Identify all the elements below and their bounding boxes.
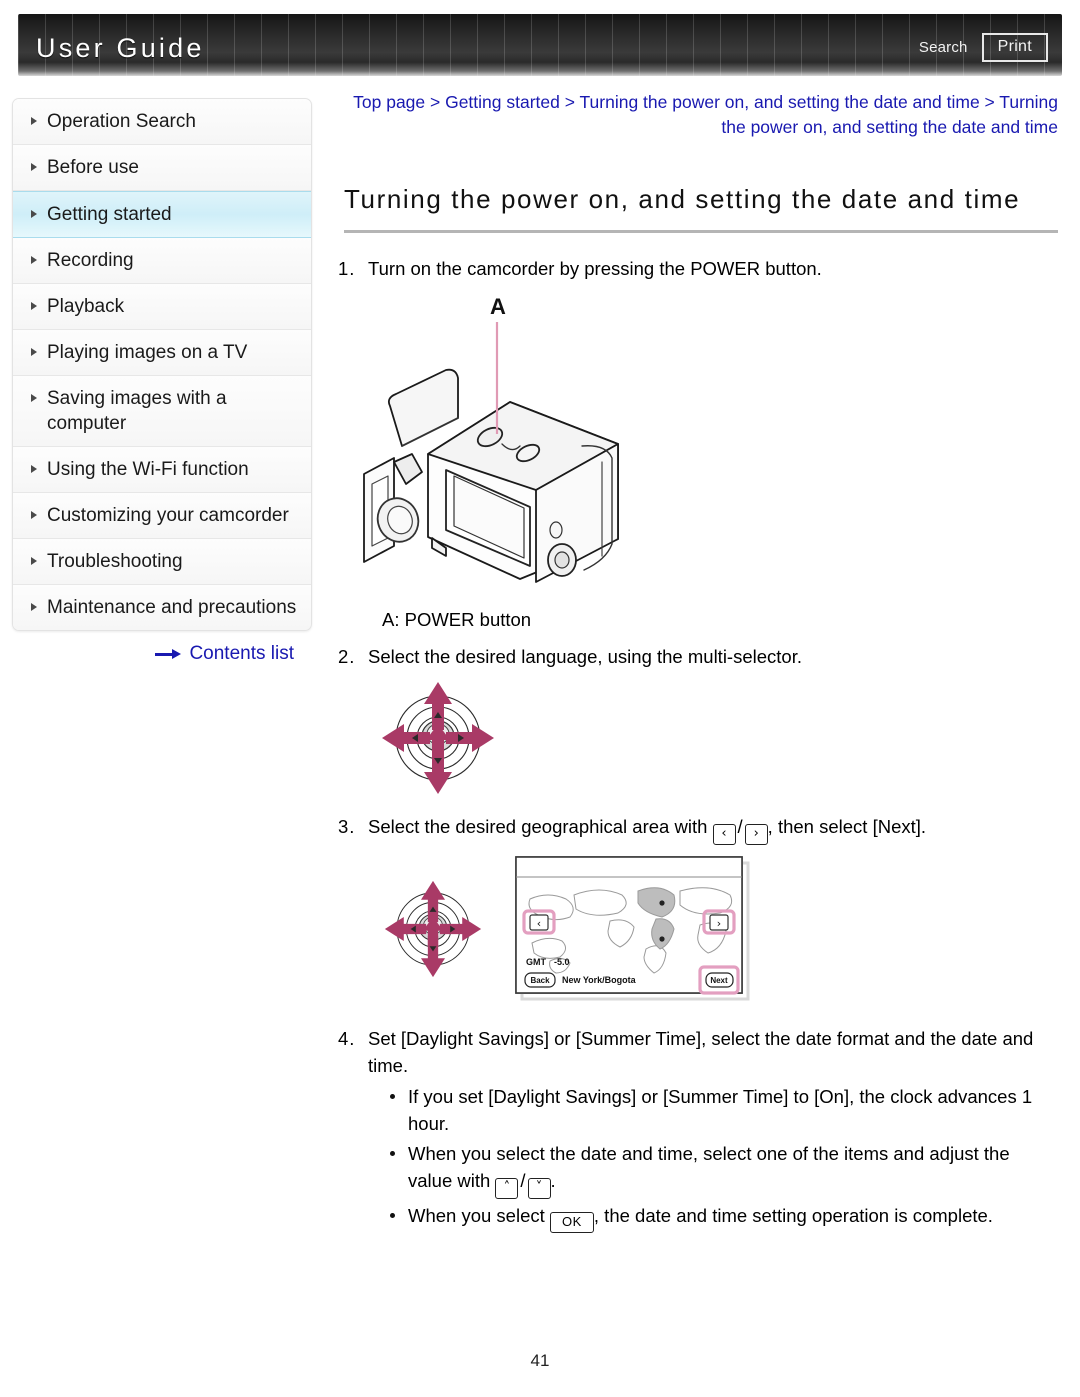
gmt-label: GMT [526,957,546,967]
steps-list: 1. Turn on the camcorder by pressing the… [338,255,1058,1233]
sidebar-item-saving-images-with-a-computer[interactable]: Saving images with a computer [13,376,311,447]
sidebar-item-label: Maintenance and precautions [47,597,297,618]
bullet-3-text-before: When you select [408,1205,550,1226]
site-header: User Guide Search Print [18,14,1062,76]
sidebar-item-playback[interactable]: Playback [13,284,311,330]
arrow-right-icon [155,649,182,659]
page-title: Turning the power on, and setting the da… [344,184,1021,214]
multi-selector-illustration [382,682,494,794]
multi-selector-illustration-2 [384,880,482,978]
sidebar-item-label: Customizing your camcorder [47,505,289,526]
svg-text:‹: ‹ [537,917,541,930]
multi-selector-figure [374,678,1058,803]
ok-button-icon: OK [549,1212,594,1233]
next-label: Next [710,976,728,985]
sidebar-item-label: Troubleshooting [47,551,183,572]
print-button[interactable]: Print [981,32,1048,62]
contents-list-link[interactable]: Contents list [12,643,312,665]
area-label: New York/Bogota [562,975,637,985]
icon-separator: / [520,1170,526,1191]
sidebar-item-customizing-your-camcorder[interactable]: Customizing your camcorder [13,493,311,539]
search-link[interactable]: Search [919,39,968,56]
brand-title: User Guide [36,32,205,63]
down-chevron-icon: ˅ [527,1178,551,1199]
page-body: Operation Search Before use Getting star… [0,76,1080,1233]
contents-list-label: Contents list [189,643,294,664]
camcorder-figure: A [350,294,1058,599]
back-label: Back [530,976,550,985]
header-actions: Search Print [919,32,1048,62]
step-2: 2. Select the desired language, using th… [338,643,1058,670]
icon-separator: / [737,816,743,837]
world-map-screen: ‹ › GMT -5.0 Back New York/Bogota Next [515,856,750,1001]
sidebar-item-recording[interactable]: Recording [13,238,311,284]
page-number: 41 [530,1351,550,1370]
bullet-2-text-after: . [550,1170,556,1191]
step-1: 1. Turn on the camcorder by pressing the… [338,255,1058,282]
sidebar-item-label: Operation Search [47,111,196,132]
gmt-value: -5.0 [554,957,570,967]
bullet-3-text-after: , the date and time setting operation is… [593,1205,993,1226]
step-3-text-after: , then select [Next]. [767,816,927,837]
step-4-body: Set [Daylight Savings] or [Summer Time],… [368,1025,1058,1233]
up-chevron-icon: ˄ [495,1178,519,1199]
bullet-daylight-savings: If you set [Daylight Savings] or [Summer… [386,1083,1058,1137]
sidebar-item-getting-started[interactable]: Getting started [13,191,311,238]
camera-caption: A: POWER button [382,609,532,630]
left-chevron-icon: ‹ [712,824,736,845]
bullet-select-ok: When you select OK, the date and time se… [386,1202,1058,1233]
sidebar-item-operation-search[interactable]: Operation Search [13,99,311,145]
sidebar-item-using-the-wifi-function[interactable]: Using the Wi-Fi function [13,447,311,493]
bullet-adjust-value: When you select the date and time, selec… [386,1140,1058,1199]
step-3-text-before: Select the desired geographical area wit… [368,816,713,837]
sidebar-item-label: Using the Wi-Fi function [47,459,249,480]
step-4-number: 4. [338,1028,356,1049]
sidebar-item-label: Playing images on a TV [47,342,248,363]
sidebar-item-label: Playback [47,296,125,317]
sidebar-item-label: Before use [47,157,139,178]
area-selection-figure: ‹ › GMT -5.0 Back New York/Bogota Next [378,855,1058,1003]
breadcrumb[interactable]: Top page > Getting started > Turning the… [330,90,1058,140]
step-3-number: 3. [338,816,356,837]
callout-letter-a: A [490,294,506,319]
main-content: Top page > Getting started > Turning the… [312,92,1080,1233]
header-wrap: User Guide Search Print [0,0,1080,76]
step-1-text: Turn on the camcorder by pressing the PO… [368,258,822,279]
step-2-text: Select the desired language, using the m… [368,646,802,667]
step-3: 3. Select the desired geographical area … [338,813,1058,845]
svg-text:›: › [717,917,721,930]
right-chevron-icon: › [744,824,768,845]
camcorder-illustration: A [363,294,619,583]
step-4-text: Set [Daylight Savings] or [Summer Time],… [368,1028,1034,1076]
sidebar-nav: Operation Search Before use Getting star… [12,98,312,631]
step-3-text: Select the desired geographical area wit… [368,813,1058,845]
step-4-bullets: If you set [Daylight Savings] or [Summer… [386,1083,1058,1233]
sidebar-item-label: Recording [47,250,134,271]
step-2-number: 2. [338,646,356,667]
sidebar-item-label: Saving images with a computer [47,388,227,434]
sidebar: Operation Search Before use Getting star… [0,98,312,1233]
sidebar-item-troubleshooting[interactable]: Troubleshooting [13,539,311,585]
sidebar-item-label: Getting started [47,204,172,225]
sidebar-item-before-use[interactable]: Before use [13,145,311,191]
title-divider [344,230,1058,233]
sidebar-item-maintenance-and-precautions[interactable]: Maintenance and precautions [13,585,311,630]
step-1-number: 1. [338,258,356,279]
sidebar-item-playing-images-on-a-tv[interactable]: Playing images on a TV [13,330,311,376]
step-4: 4. Set [Daylight Savings] or [Summer Tim… [338,1025,1058,1233]
